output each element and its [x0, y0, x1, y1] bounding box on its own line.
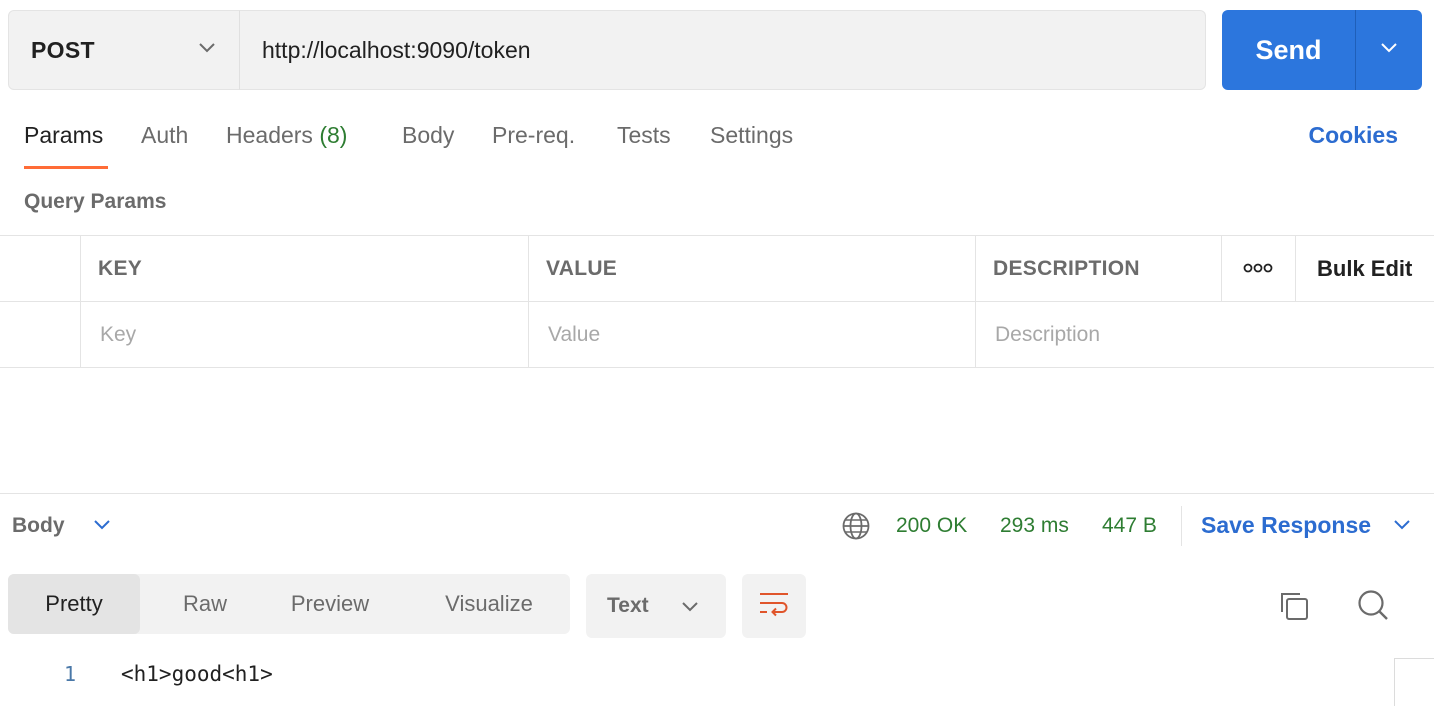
description-field[interactable]: Description [975, 302, 1434, 368]
request-tabs: Params Auth Headers (8) Body Pre-req. Te… [0, 112, 1434, 172]
chevron-down-icon [197, 41, 217, 60]
more-horizontal-icon [1243, 260, 1273, 278]
tab-headers[interactable]: Headers (8) [226, 122, 347, 149]
tab-body[interactable]: Body [402, 122, 454, 149]
query-params-table: KEY VALUE DESCRIPTION Bulk Edit Key Valu… [0, 235, 1434, 368]
description-column-header: DESCRIPTION [975, 236, 1221, 301]
tab-headers-label: Headers [226, 122, 313, 148]
bulk-edit-label: Bulk Edit [1317, 255, 1413, 281]
more-options-button[interactable] [1221, 236, 1295, 301]
key-column-label: KEY [98, 256, 143, 280]
separator [1181, 506, 1182, 546]
active-tab-indicator [24, 166, 108, 169]
method-label: POST [31, 36, 95, 63]
send-button-group: Send [1222, 10, 1422, 90]
line-number: 1 [64, 662, 77, 686]
tab-settings[interactable]: Settings [710, 122, 793, 149]
response-divider[interactable] [0, 493, 1434, 494]
url-input[interactable]: http://localhost:9090/token [239, 10, 1206, 90]
bulk-edit-button[interactable]: Bulk Edit [1295, 236, 1434, 301]
key-field[interactable]: Key [80, 302, 528, 368]
tab-auth[interactable]: Auth [141, 122, 188, 149]
copy-icon[interactable] [1278, 590, 1310, 627]
save-response-button[interactable]: Save Response [1201, 512, 1371, 539]
word-wrap-button[interactable] [742, 574, 806, 638]
chevron-down-icon [680, 600, 700, 619]
tab-params[interactable]: Params [24, 122, 103, 149]
editor-scrollbar[interactable] [1394, 658, 1434, 706]
response-body-label[interactable]: Body [12, 514, 65, 538]
chevron-down-icon[interactable] [1392, 518, 1412, 537]
url-text: http://localhost:9090/token [262, 36, 531, 63]
method-select[interactable]: POST [8, 10, 240, 90]
key-column-header: KEY [80, 236, 528, 301]
chevron-down-icon [1379, 41, 1399, 60]
format-select[interactable]: Text [586, 574, 726, 638]
value-column-label: VALUE [546, 256, 618, 280]
tab-raw[interactable]: Raw [150, 574, 260, 634]
headers-count-badge: (8) [319, 122, 348, 148]
table-header-row: KEY VALUE DESCRIPTION Bulk Edit [0, 236, 1434, 302]
description-placeholder: Description [995, 323, 1101, 346]
code-line: <h1>good<h1> [121, 662, 273, 686]
tab-prereq[interactable]: Pre-req. [492, 122, 575, 149]
response-time[interactable]: 293 ms [1000, 514, 1069, 538]
tab-tests[interactable]: Tests [617, 122, 671, 149]
description-column-label: DESCRIPTION [993, 256, 1140, 280]
chevron-down-icon[interactable] [92, 518, 112, 537]
table-row: Key Value Description [0, 302, 1434, 368]
send-options-button[interactable] [1356, 10, 1422, 90]
search-icon[interactable] [1356, 588, 1390, 627]
format-label: Text [607, 594, 649, 617]
value-field[interactable]: Value [528, 302, 975, 368]
value-column-header: VALUE [528, 236, 975, 301]
word-wrap-icon [758, 590, 790, 623]
status-code[interactable]: 200 OK [896, 514, 967, 538]
send-button[interactable]: Send [1222, 10, 1356, 90]
tab-pretty[interactable]: Pretty [8, 574, 140, 634]
globe-icon[interactable] [842, 512, 870, 545]
key-placeholder: Key [100, 323, 137, 346]
response-view-tabs: Pretty Raw Preview Visualize [8, 574, 570, 634]
query-params-title: Query Params [24, 190, 167, 213]
cookies-link[interactable]: Cookies [1309, 122, 1398, 149]
value-placeholder: Value [548, 323, 601, 346]
response-size[interactable]: 447 B [1102, 514, 1157, 538]
tab-preview[interactable]: Preview [270, 574, 390, 634]
tab-visualize[interactable]: Visualize [424, 574, 554, 634]
